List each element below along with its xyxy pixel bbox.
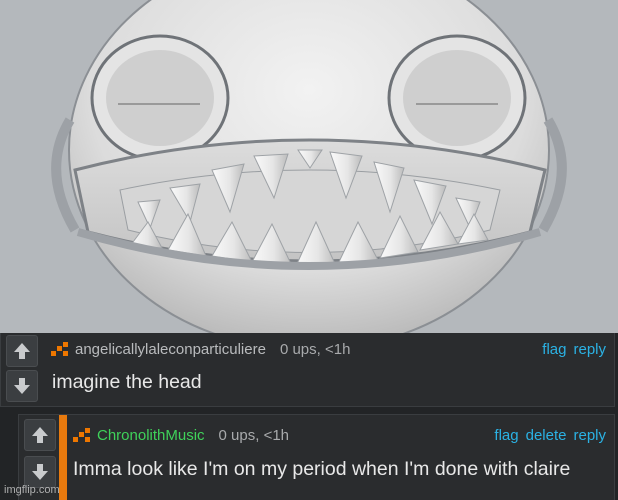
flag-link[interactable]: flag: [494, 427, 518, 444]
comment-body: angelicallylaleconparticuliere 0 ups, <1…: [45, 333, 614, 406]
comment-stats: 0 ups, <1h: [279, 340, 351, 358]
user-rank-icon: [73, 428, 93, 442]
downvote-arrow-icon: [32, 464, 48, 480]
comment: angelicallylaleconparticuliere 0 ups, <1…: [0, 333, 615, 407]
grinning-head-render: [51, 0, 567, 333]
comment-username[interactable]: angelicallylaleconparticuliere: [75, 341, 266, 358]
comment-actions: flag reply: [542, 341, 606, 358]
upvote-arrow-icon: [32, 427, 48, 443]
comment-actions: flag delete reply: [494, 427, 606, 444]
reply-comment: ChronolithMusic 0 ups, <1h flag delete r…: [18, 414, 615, 500]
downvote-button[interactable]: [6, 370, 38, 402]
downvote-arrow-icon: [14, 378, 30, 394]
comment-meta: ChronolithMusic 0 ups, <1h flag delete r…: [73, 425, 606, 445]
comment-text: Imma look like I'm on my period when I'm…: [73, 458, 571, 480]
user-rank-icon: [51, 342, 71, 356]
meme-image: [0, 0, 618, 333]
upvote-button[interactable]: [24, 419, 56, 451]
comment-stats: 0 ups, <1h: [218, 426, 290, 444]
delete-link[interactable]: delete: [526, 427, 567, 444]
comment-username[interactable]: ChronolithMusic: [97, 427, 205, 444]
vote-controls: [1, 333, 43, 406]
watermark: imgflip.com: [4, 484, 60, 496]
reply-link[interactable]: reply: [573, 427, 606, 444]
comment-body: ChronolithMusic 0 ups, <1h flag delete r…: [59, 415, 614, 500]
comment-text: imagine the head: [52, 371, 202, 393]
upvote-arrow-icon: [14, 343, 30, 359]
upvote-button[interactable]: [6, 335, 38, 367]
comment-meta: angelicallylaleconparticuliere 0 ups, <1…: [51, 339, 606, 359]
flag-link[interactable]: flag: [542, 341, 566, 358]
reply-link[interactable]: reply: [573, 341, 606, 358]
